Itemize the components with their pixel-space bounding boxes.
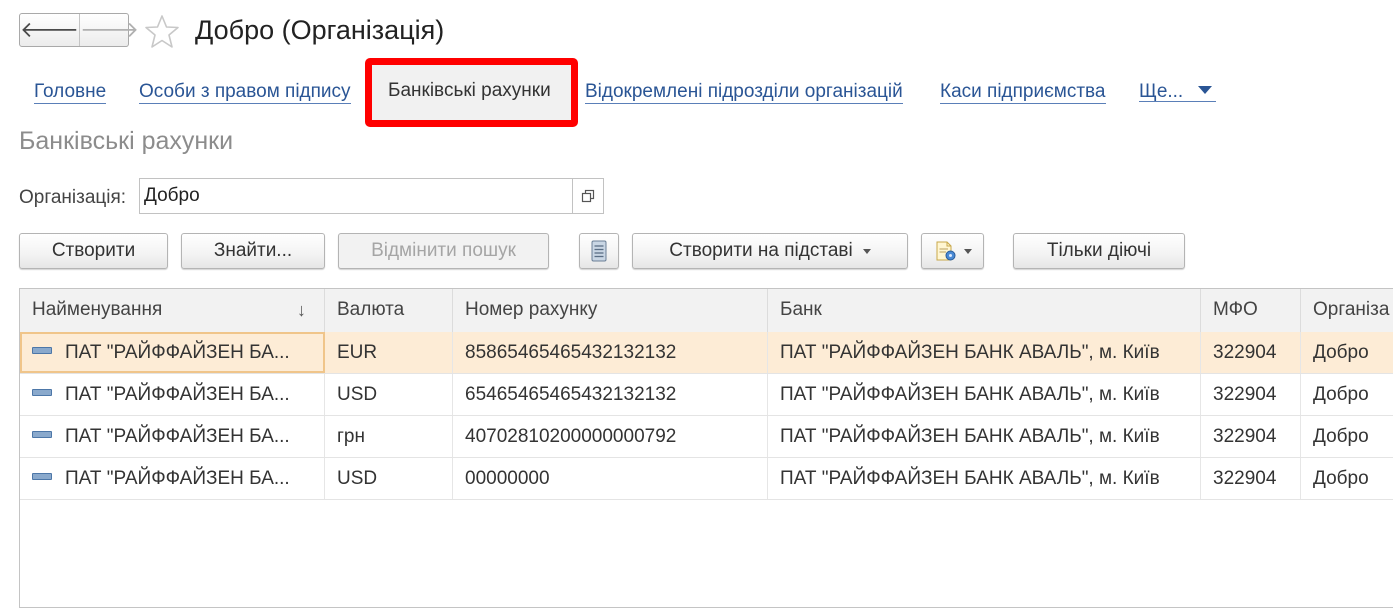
cell-organization[interactable]: Добро bbox=[1301, 332, 1393, 373]
create-based-on-button-label: Створити на підставі bbox=[669, 240, 853, 261]
section-title: Банківські рахунки bbox=[19, 127, 234, 155]
open-window-icon bbox=[581, 189, 595, 203]
cell-name-text: ПАТ "РАЙФФАЙЗЕН БА... bbox=[65, 342, 290, 363]
column-header-name[interactable]: Найменування ↓ bbox=[20, 289, 325, 332]
cell-mfo[interactable]: 322904 bbox=[1201, 458, 1301, 499]
dropdown-arrow-icon bbox=[862, 248, 871, 254]
only-active-button[interactable]: Тільки діючі bbox=[1013, 233, 1185, 269]
cell-account-number[interactable]: 85865465465432132132 bbox=[453, 332, 768, 373]
table-row[interactable]: ПАТ "РАЙФФАЙЗЕН БА... USD 65465465465432… bbox=[20, 374, 1393, 416]
create-button-label: Створити bbox=[51, 240, 136, 261]
create-based-on-button[interactable]: Створити на підставі bbox=[632, 233, 908, 269]
column-header-organization-label: Організа bbox=[1313, 299, 1390, 320]
column-header-currency-label: Валюта bbox=[337, 299, 405, 320]
column-header-bank[interactable]: Банк bbox=[768, 289, 1201, 332]
cancel-search-button-label: Відмінити пошук bbox=[371, 240, 516, 261]
history-nav: 🡐 🡒 bbox=[19, 13, 139, 47]
tab-more-underline bbox=[1139, 101, 1216, 102]
column-header-account-number-label: Номер рахунку bbox=[465, 299, 598, 320]
cell-bank[interactable]: ПАТ "РАЙФФАЙЗЕН БАНК АВАЛЬ", м. Київ bbox=[768, 458, 1201, 499]
cell-name-text: ПАТ "РАЙФФАЙЗЕН БА... bbox=[65, 468, 290, 489]
column-header-organization[interactable]: Організа bbox=[1301, 289, 1393, 332]
tab-more-label: Ще... bbox=[1139, 81, 1184, 102]
cell-organization[interactable]: Добро bbox=[1301, 458, 1393, 499]
cell-currency[interactable]: грн bbox=[325, 416, 453, 457]
column-header-currency[interactable]: Валюта bbox=[325, 289, 453, 332]
cell-account-number[interactable]: 00000000 bbox=[453, 458, 768, 499]
tab-more[interactable]: Ще... bbox=[1139, 81, 1183, 103]
cell-mfo[interactable]: 322904 bbox=[1201, 374, 1301, 415]
organization-field[interactable] bbox=[139, 178, 572, 214]
cell-mfo[interactable]: 322904 bbox=[1201, 332, 1301, 373]
cell-organization[interactable]: Добро bbox=[1301, 416, 1393, 457]
table-row[interactable]: ПАТ "РАЙФФАЙЗЕН БА... грн 40702810200000… bbox=[20, 416, 1393, 458]
column-header-account-number[interactable]: Номер рахунку bbox=[453, 289, 768, 332]
favorite-star-icon[interactable] bbox=[144, 14, 180, 50]
table-row[interactable]: ПАТ "РАЙФФАЙЗЕН БА... USD 00000000 ПАТ "… bbox=[20, 458, 1393, 500]
cell-bank[interactable]: ПАТ "РАЙФФАЙЗЕН БАНК АВАЛЬ", м. Київ bbox=[768, 332, 1201, 373]
find-button[interactable]: Знайти... bbox=[181, 233, 325, 269]
forward-button[interactable]: 🡒 bbox=[79, 14, 139, 46]
cell-name[interactable]: ПАТ "РАЙФФАЙЗЕН БА... bbox=[20, 416, 325, 457]
cell-account-number[interactable]: 65465465465432132132 bbox=[453, 374, 768, 415]
cell-name-text: ПАТ "РАЙФФАЙЗЕН БА... bbox=[65, 384, 290, 405]
list-icon bbox=[591, 240, 607, 262]
table-header: Найменування ↓ Валюта Номер рахунку Банк… bbox=[20, 289, 1393, 333]
sort-descending-icon: ↓ bbox=[297, 300, 306, 320]
chevron-down-icon[interactable] bbox=[1198, 86, 1212, 94]
cell-bank[interactable]: ПАТ "РАЙФФАЙЗЕН БАНК АВАЛЬ", м. Київ bbox=[768, 416, 1201, 457]
bank-accounts-table: Найменування ↓ Валюта Номер рахунку Банк… bbox=[19, 288, 1393, 608]
cell-name-text: ПАТ "РАЙФФАЙЗЕН БА... bbox=[65, 426, 290, 447]
cell-bank[interactable]: ПАТ "РАЙФФАЙЗЕН БАНК АВАЛЬ", м. Київ bbox=[768, 374, 1201, 415]
tab-subdivisions[interactable]: Відокремлені підрозділи організацій bbox=[585, 81, 903, 104]
column-header-mfo[interactable]: МФО bbox=[1201, 289, 1301, 332]
page-title: Добро (Організація) bbox=[195, 15, 445, 45]
report-document-icon bbox=[936, 241, 955, 261]
row-element-icon bbox=[32, 347, 52, 355]
column-header-mfo-label: МФО bbox=[1213, 299, 1258, 320]
create-button[interactable]: Створити bbox=[19, 233, 168, 269]
cell-account-number[interactable]: 40702810200000000792 bbox=[453, 416, 768, 457]
column-header-bank-label: Банк bbox=[780, 299, 822, 320]
cell-mfo[interactable]: 322904 bbox=[1201, 416, 1301, 457]
cell-name[interactable]: ПАТ "РАЙФФАЙЗЕН БА... bbox=[20, 374, 325, 415]
cell-organization[interactable]: Добро bbox=[1301, 374, 1393, 415]
organization-label: Організація: bbox=[19, 187, 127, 208]
tab-main-label: Головне bbox=[34, 81, 107, 104]
cell-currency[interactable]: USD bbox=[325, 458, 453, 499]
open-organization-button[interactable] bbox=[572, 178, 604, 214]
dropdown-arrow-icon bbox=[963, 248, 972, 254]
cancel-search-button[interactable]: Відмінити пошук bbox=[338, 233, 549, 269]
arrow-right-icon: 🡒 bbox=[80, 17, 139, 42]
row-element-icon bbox=[32, 389, 52, 397]
table-row[interactable]: ПАТ "РАЙФФАЙЗЕН БА... EUR 85865465465432… bbox=[20, 332, 1393, 374]
arrow-left-icon: 🡐 bbox=[20, 17, 79, 42]
cell-name[interactable]: ПАТ "РАЙФФАЙЗЕН БА... bbox=[20, 458, 325, 499]
tab-bank-accounts-label: Банківські рахунки bbox=[388, 80, 551, 101]
cell-currency[interactable]: USD bbox=[325, 374, 453, 415]
tab-cash-desks-label: Каси підприємства bbox=[940, 81, 1106, 104]
find-button-label: Знайти... bbox=[213, 240, 293, 261]
tab-subdivisions-label: Відокремлені підрозділи організацій bbox=[585, 81, 903, 104]
tab-cash-desks[interactable]: Каси підприємства bbox=[940, 81, 1106, 104]
cell-currency[interactable]: EUR bbox=[325, 332, 453, 373]
reports-menu-button[interactable] bbox=[921, 233, 984, 269]
cell-name[interactable]: ПАТ "РАЙФФАЙЗЕН БА... bbox=[20, 332, 325, 373]
tab-main[interactable]: Головне bbox=[34, 81, 107, 104]
only-active-button-label: Тільки діючі bbox=[1046, 240, 1152, 261]
tab-signatories-label: Особи з правом підпису bbox=[139, 81, 351, 104]
column-header-name-label: Найменування bbox=[32, 299, 163, 320]
row-element-icon bbox=[32, 431, 52, 439]
row-element-icon bbox=[32, 473, 52, 481]
tab-signatories[interactable]: Особи з правом підпису bbox=[139, 81, 351, 104]
list-settings-button[interactable] bbox=[579, 233, 619, 269]
back-button[interactable]: 🡐 bbox=[20, 14, 79, 46]
